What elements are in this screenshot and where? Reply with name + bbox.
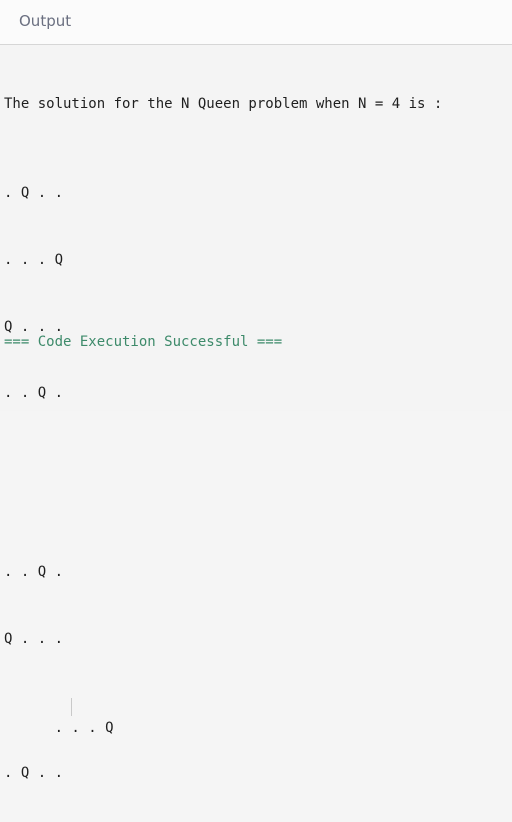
- output-panel: Output The solution for the N Queen prob…: [0, 0, 512, 781]
- board-row: . Q . .: [4, 184, 64, 201]
- text-cursor: [71, 697, 72, 716]
- execution-status: === Code Execution Successful ===: [4, 334, 283, 350]
- board-row-text: . . . Q: [54, 719, 114, 736]
- board-row: . . . Q: [4, 251, 64, 268]
- output-title: Output: [19, 12, 72, 30]
- board-row: Q . . .: [4, 630, 64, 647]
- output-intro-line: The solution for the N Queen problem whe…: [4, 95, 443, 112]
- board-row: . Q . .: [4, 764, 64, 781]
- board-row: . . Q .: [4, 563, 64, 580]
- console-output[interactable]: The solution for the N Queen problem whe…: [4, 48, 442, 822]
- board-row: . . Q .: [4, 385, 64, 402]
- board-row-with-caret: . . . Q: [4, 695, 442, 736]
- output-header: Output: [0, 0, 512, 45]
